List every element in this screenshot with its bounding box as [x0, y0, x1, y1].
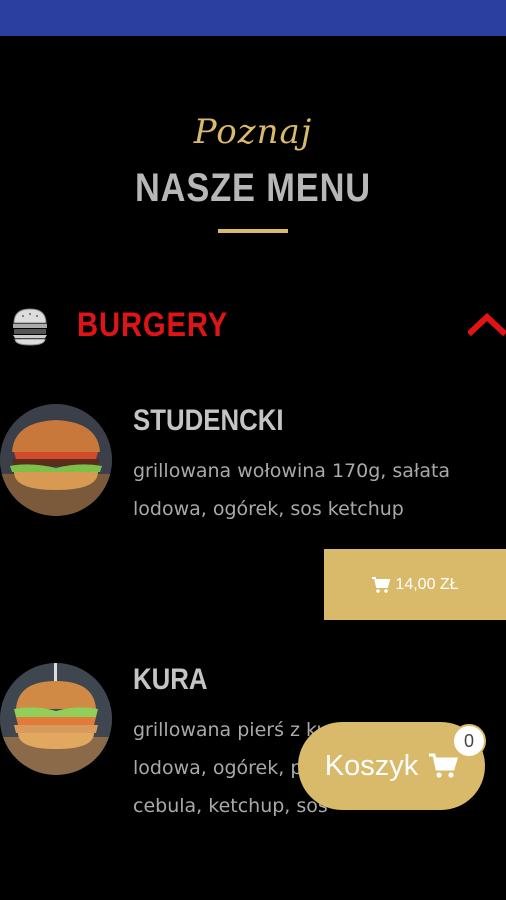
- title-underline: [218, 229, 288, 233]
- chevron-up-icon[interactable]: [468, 310, 506, 336]
- section-script-title: Poznaj: [193, 112, 313, 152]
- burger-icon: [13, 308, 47, 346]
- burger-photo: [0, 404, 112, 516]
- chicken-burger-photo: [0, 663, 112, 775]
- status-bar: [0, 0, 506, 36]
- cart-label: Koszyk: [324, 749, 419, 782]
- price-label: 14,00 ZŁ: [395, 575, 459, 593]
- category-label: BURGERY: [77, 306, 229, 344]
- cart-icon: [372, 576, 391, 593]
- item-name: STUDENCKI: [133, 404, 284, 437]
- add-to-cart-button[interactable]: 14,00 ZŁ: [324, 549, 506, 620]
- cart-count-badge: 0: [452, 724, 486, 758]
- item-description: grillowana wołowina 170g, sałata lodowa,…: [133, 460, 451, 520]
- cart-icon: [429, 753, 459, 778]
- page-title: NASZE MENU: [134, 166, 372, 210]
- category-toggle-burgery[interactable]: BURGERY: [0, 300, 506, 356]
- item-name: KURA: [133, 663, 208, 696]
